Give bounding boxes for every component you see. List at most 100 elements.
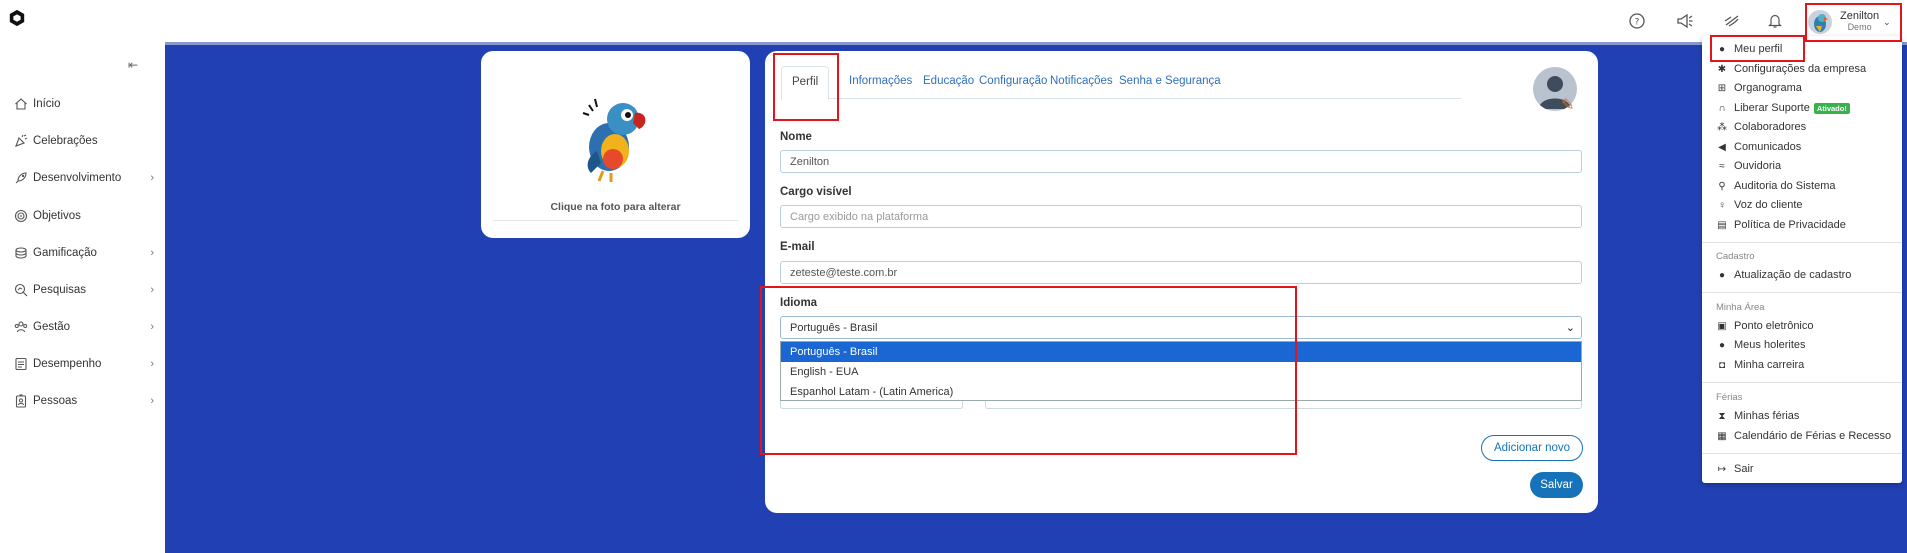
edit-pencil-icon[interactable]: ✎ — [1561, 95, 1574, 115]
tab-educacao[interactable]: Educação — [923, 75, 974, 87]
money-icon: ● — [1718, 339, 1726, 351]
gear-icon: ✱ — [1717, 63, 1727, 75]
org-chart-icon: ⊞ — [1717, 82, 1727, 94]
email-label: E-mail — [780, 241, 815, 253]
highlight-idioma — [760, 286, 1297, 455]
report-icon — [15, 357, 27, 371]
profile-tabs: Perfil Informações Educação Configuração… — [781, 66, 1461, 100]
tab-senha-seguranca[interactable]: Senha e Segurança — [1119, 75, 1221, 87]
team-icon — [14, 321, 28, 333]
chevron-right-icon: › — [150, 247, 154, 259]
menu-item-sair[interactable]: ↦ Sair — [1716, 461, 1900, 477]
add-new-button[interactable]: Adicionar novo — [1481, 435, 1583, 461]
menu-item-ouvidoria[interactable]: ≈ Ouvidoria — [1716, 158, 1900, 174]
coins-icon — [15, 247, 27, 259]
menu-item-voz-cliente[interactable]: ♀ Voz do cliente — [1716, 197, 1900, 213]
app-logo[interactable] — [8, 9, 26, 27]
profile-photo-card: Clique na foto para alterar — [481, 51, 750, 238]
home-icon — [15, 98, 27, 110]
megaphone-icon[interactable] — [1675, 11, 1695, 31]
help-icon[interactable]: ? — [1627, 11, 1647, 31]
sidebar-item-gestao[interactable]: Gestão › — [14, 317, 154, 337]
menu-section-title: Minha Área — [1716, 302, 1765, 313]
chevron-right-icon: › — [150, 358, 154, 370]
menu-item-politica-privacidade[interactable]: ▤ Política de Privacidade — [1716, 217, 1900, 233]
megaphone-icon: ◀ — [1718, 141, 1726, 153]
menu-item-calendario-ferias[interactable]: ▦ Calendário de Férias e Recesso — [1716, 428, 1900, 444]
chevron-right-icon: › — [150, 172, 154, 184]
cargo-field[interactable]: Cargo exibido na plataforma — [780, 205, 1582, 228]
sidebar-item-desenvolvimento[interactable]: Desenvolvimento › — [14, 168, 154, 188]
id-card-icon: ▣ — [1717, 320, 1727, 332]
top-bar: ? Zenilton Demo ⌄ — [0, 0, 1907, 42]
chevron-down-icon: ⌄ — [1565, 322, 1575, 334]
rocket-icon — [15, 172, 27, 184]
sidebar-item-label: Gestão — [33, 321, 71, 333]
highlight-meu-perfil — [1710, 35, 1805, 62]
menu-section-title: Férias — [1716, 392, 1743, 403]
search-icon: ⚲ — [1718, 180, 1726, 192]
header-divider — [165, 42, 1907, 45]
search-chart-icon — [14, 283, 28, 297]
menu-divider — [1702, 292, 1902, 293]
highlight-perfil-tab — [773, 53, 839, 121]
sidebar-item-gamificacao[interactable]: Gamificação › — [14, 243, 154, 263]
sidebar-item-pessoas[interactable]: Pessoas › — [14, 391, 154, 411]
menu-divider — [1702, 242, 1902, 243]
email-field[interactable]: zeteste@teste.com.br — [780, 261, 1582, 284]
divider — [493, 220, 738, 221]
menu-item-ponto-eletronico[interactable]: ▣ Ponto eletrônico — [1716, 318, 1900, 334]
save-button[interactable]: Salvar — [1530, 472, 1583, 498]
party-popper-icon — [15, 134, 28, 147]
ear-icon: ≈ — [1719, 160, 1725, 172]
chevron-right-icon: › — [150, 321, 154, 333]
menu-item-meus-holerites[interactable]: ● Meus holerites — [1716, 337, 1900, 353]
sidebar-item-label: Gamificação — [33, 247, 97, 259]
menu-item-organograma[interactable]: ⊞ Organograma — [1716, 80, 1900, 96]
tab-notificacoes[interactable]: Notificações — [1050, 75, 1113, 87]
menu-item-minha-carreira[interactable]: ◘ Minha carreira — [1716, 357, 1900, 373]
chevron-right-icon: › — [150, 284, 154, 296]
sidebar-item-label: Pessoas — [33, 395, 78, 407]
bell-icon[interactable] — [1765, 11, 1785, 31]
menu-item-minhas-ferias[interactable]: ⧗ Minhas férias — [1716, 408, 1900, 424]
headset-icon: ∩ — [1718, 102, 1726, 114]
nome-field[interactable]: Zenilton — [780, 150, 1582, 173]
sidebar-item-label: Início — [33, 98, 61, 110]
menu-item-colaboradores[interactable]: ⁂ Colaboradores — [1716, 119, 1900, 135]
menu-divider — [1702, 453, 1902, 454]
cargo-label: Cargo visível — [780, 186, 852, 198]
menu-divider — [1702, 382, 1902, 383]
sidebar-item-pesquisas[interactable]: Pesquisas › — [14, 280, 154, 300]
briefcase-icon: ◘ — [1718, 359, 1726, 371]
sidebar-item-label: Celebrações — [33, 135, 98, 147]
calendar-icon: ▦ — [1717, 430, 1727, 442]
tab-configuracao[interactable]: Configuração — [979, 75, 1047, 87]
svg-text:?: ? — [1635, 18, 1640, 28]
sidebar-item-label: Objetivos — [33, 210, 81, 222]
tab-informacoes[interactable]: Informações — [849, 75, 912, 87]
sidebar-item-inicio[interactable]: Início — [14, 94, 154, 114]
menu-item-atualizacao-cadastro[interactable]: ● Atualização de cadastro — [1716, 267, 1900, 283]
sidebar-item-label: Desenvolvimento — [33, 172, 122, 184]
highlight-user-menu — [1805, 3, 1902, 42]
target-icon — [14, 209, 28, 223]
status-badge: Ativado! — [1813, 102, 1850, 114]
sidebar: ⇤ Início Celebrações Desenvolvimento › O… — [0, 42, 165, 553]
profile-photo[interactable] — [569, 91, 661, 183]
sidebar-item-label: Desempenho — [33, 358, 102, 370]
sidebar-item-desempenho[interactable]: Desempenho › — [14, 354, 154, 374]
user-dropdown-menu: ● Meu perfil ✱ Configurações da empresa ⊞ O… — [1702, 36, 1902, 483]
sidebar-item-celebracoes[interactable]: Celebrações — [14, 131, 154, 151]
menu-item-comunicados[interactable]: ◀ Comunicados — [1716, 139, 1900, 155]
menu-item-configuracoes-empresa[interactable]: ✱ Configurações da empresa — [1716, 61, 1900, 77]
document-icon: ▤ — [1717, 219, 1727, 231]
menu-item-liberar-suporte[interactable]: ∩ Liberar Suporte Ativado! — [1716, 100, 1900, 116]
menu-item-auditoria[interactable]: ⚲ Auditoria do Sistema — [1716, 178, 1900, 194]
menu-section-title: Cadastro — [1716, 251, 1755, 262]
lightbulb-icon: ♀ — [1718, 199, 1726, 211]
sidebar-item-objetivos[interactable]: Objetivos — [14, 206, 154, 226]
collapse-sidebar-icon[interactable]: ⇤ — [128, 58, 138, 72]
hourglass-icon: ⧗ — [1718, 410, 1726, 422]
ear-icon[interactable] — [1722, 11, 1742, 31]
